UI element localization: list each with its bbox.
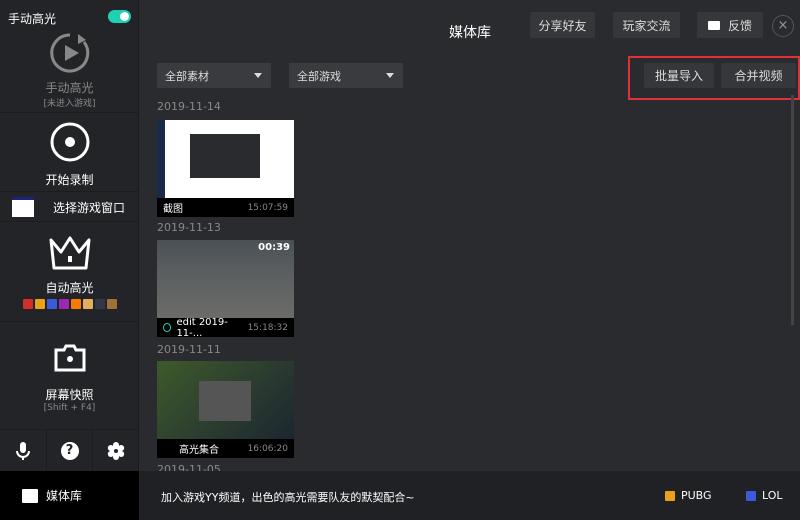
- supported-games: [0, 299, 139, 309]
- media-time: 16:06:20: [247, 443, 288, 454]
- record-icon: [50, 122, 89, 162]
- dota2-icon: [22, 299, 33, 309]
- merge-video-button[interactable]: 合并视频: [721, 63, 796, 88]
- help-icon: ?: [60, 441, 79, 460]
- media-title: edit 2019-11-...: [176, 316, 228, 339]
- image-icon: [22, 488, 38, 503]
- select-game-window-label: 选择游戏窗口: [53, 201, 126, 215]
- material-type-dropdown[interactable]: 全部素材: [157, 63, 271, 88]
- settings-button[interactable]: [93, 430, 139, 471]
- select-game-window-button[interactable]: 选择游戏窗口: [0, 192, 139, 222]
- sidebar-header-title: 手动高光: [8, 12, 57, 26]
- feedback-button[interactable]: 反馈: [697, 12, 763, 38]
- manual-highlight-toggle[interactable]: [108, 10, 131, 23]
- media-title: 高光集合: [179, 445, 219, 456]
- settings-icon: [107, 441, 125, 460]
- sidebar: 手动高光 手动高光 [未进入游戏] 开始录制 选择游戏窗口 自动高光 屏幕快照 …: [0, 0, 139, 471]
- csgo-icon: [82, 299, 93, 309]
- lol-icon: [746, 490, 756, 501]
- media-library-tab[interactable]: 媒体库: [0, 471, 139, 520]
- share-friends-button[interactable]: 分享好友: [530, 12, 595, 38]
- help-button[interactable]: ?: [47, 430, 94, 471]
- game-window-icon: [12, 197, 34, 217]
- microphone-button[interactable]: [0, 430, 47, 471]
- batch-import-button[interactable]: 批量导入: [644, 63, 714, 88]
- media-time: 15:18:32: [247, 322, 288, 333]
- overwatch-icon: [70, 299, 81, 309]
- start-recording-button[interactable]: 开始录制: [0, 113, 139, 192]
- crown-icon: [49, 236, 90, 270]
- page-title: 媒体库: [449, 25, 491, 41]
- screen-snapshot-button[interactable]: 屏幕快照 [Shift + F4]: [0, 322, 139, 430]
- feedback-label: 反馈: [727, 18, 752, 33]
- manual-highlight-status: [未进入游戏]: [43, 99, 96, 109]
- date-header: 2019-11-11: [157, 343, 221, 356]
- tools-row: ?: [0, 430, 139, 471]
- game-link-lol[interactable]: LOL: [745, 489, 783, 502]
- media-time: 15:07:59: [247, 202, 288, 213]
- microphone-icon: [15, 441, 30, 460]
- game-link-pubg[interactable]: PUBG: [664, 489, 712, 502]
- media-card[interactable]: 截图 15:07:59: [157, 120, 294, 217]
- thumbnail: [157, 120, 294, 198]
- date-header: 2019-11-14: [157, 100, 221, 113]
- media-card[interactable]: 00:39 edit 2019-11-... 15:18:32: [157, 240, 294, 339]
- screen-snapshot-label: 屏幕快照: [45, 388, 94, 402]
- game-filter-dropdown[interactable]: 全部游戏: [289, 63, 403, 88]
- close-icon: ×: [777, 18, 789, 33]
- thumbnail: [157, 361, 294, 439]
- camera-icon: [54, 344, 85, 372]
- player-community-button[interactable]: 玩家交流: [613, 12, 680, 38]
- scrollbar[interactable]: [791, 95, 794, 325]
- media-title: 截图: [163, 204, 183, 215]
- chat-icon: [707, 20, 720, 30]
- lol-label: LOL: [762, 489, 783, 502]
- thumbnail: 00:39: [157, 240, 294, 318]
- fortnite-icon: [58, 299, 69, 309]
- lol-icon: [46, 299, 57, 309]
- media-card[interactable]: 高光集合 16:06:20: [157, 361, 294, 458]
- auto-highlight-label: 自动高光: [45, 281, 94, 295]
- close-button[interactable]: ×: [772, 15, 794, 37]
- auto-highlight-button[interactable]: 自动高光: [0, 222, 139, 322]
- screen-snapshot-shortcut: [Shift + F4]: [43, 403, 96, 413]
- manual-highlight-button[interactable]: 手动高光 [未进入游戏]: [0, 33, 139, 113]
- manual-highlight-label: 手动高光: [45, 81, 94, 95]
- pubg-icon: [34, 299, 45, 309]
- start-recording-label: 开始录制: [45, 173, 94, 187]
- replay-play-icon: [49, 33, 89, 73]
- hearthstone-icon: [106, 299, 117, 309]
- media-library-tab-label: 媒体库: [46, 489, 83, 503]
- edited-icon: [163, 323, 172, 332]
- other-game-icon: [94, 299, 105, 309]
- date-header: 2019-11-13: [157, 221, 221, 234]
- notice-text[interactable]: 加入游戏YY频道，出色的高光需要队友的默契配合~: [161, 489, 415, 505]
- video-duration: 00:39: [258, 242, 290, 253]
- pubg-label: PUBG: [681, 489, 712, 502]
- pubg-icon: [665, 490, 675, 501]
